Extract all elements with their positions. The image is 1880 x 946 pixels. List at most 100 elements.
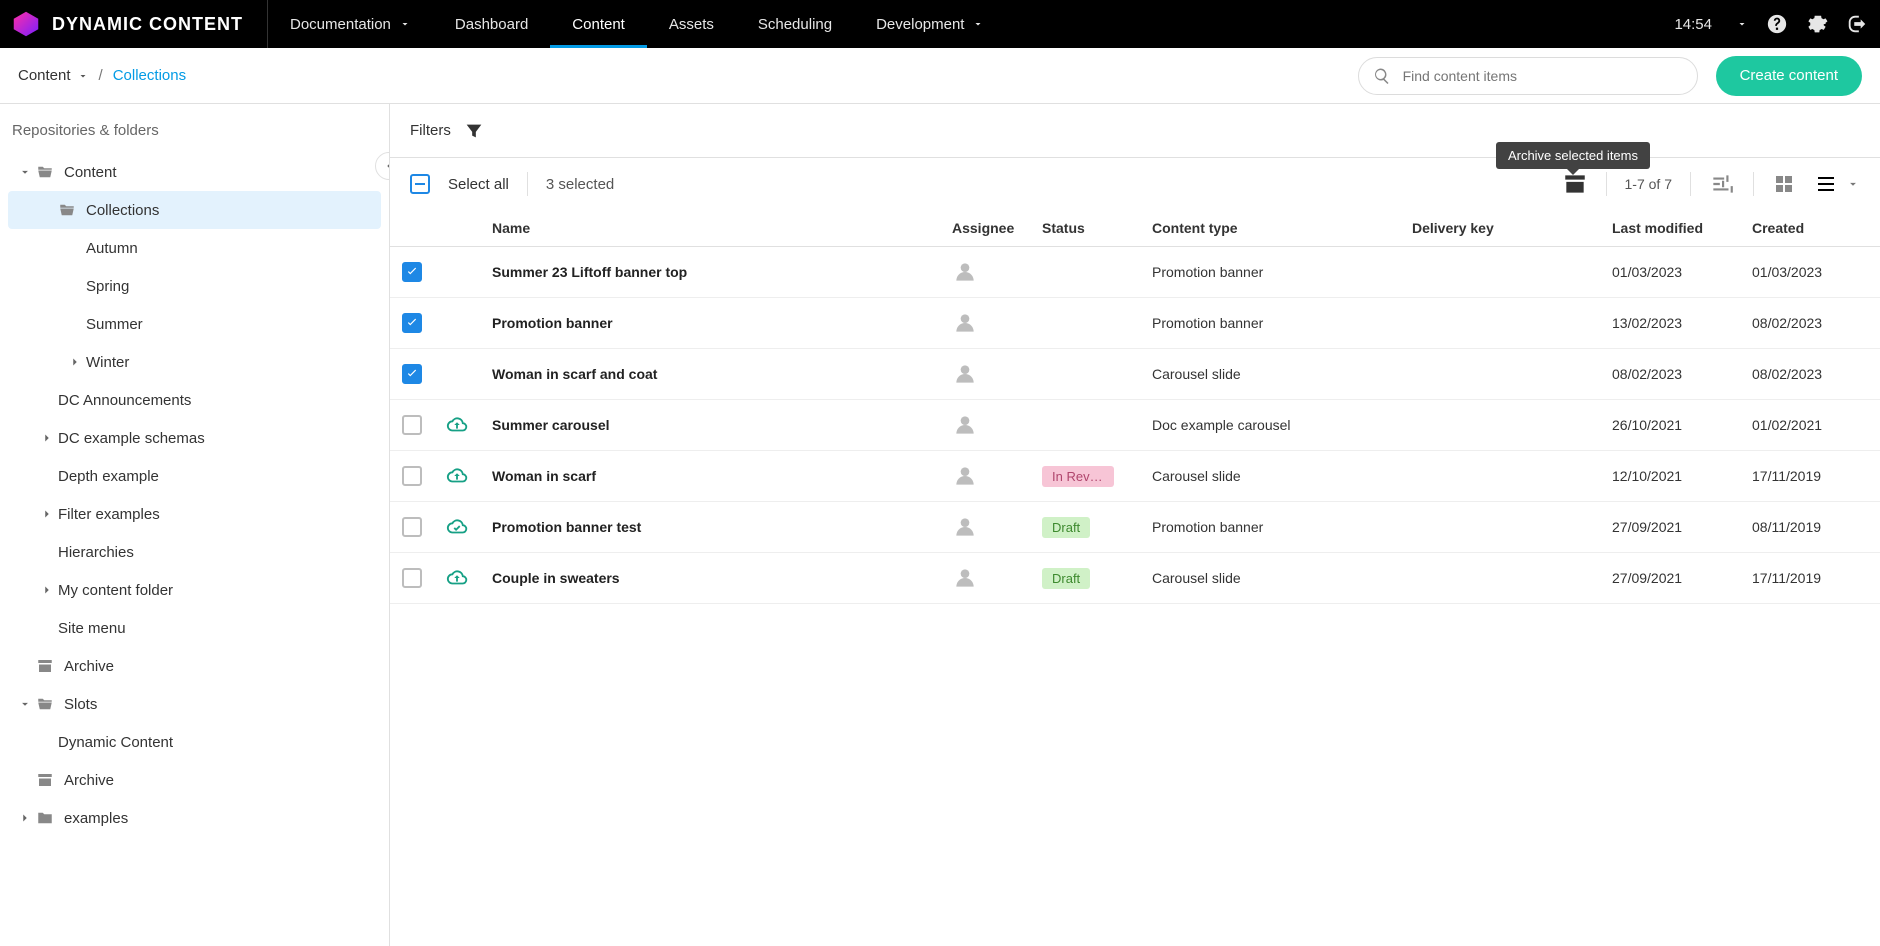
cell-assignee[interactable] (940, 247, 1030, 298)
cell-created: 08/02/2023 (1740, 349, 1880, 400)
cell-assignee[interactable] (940, 400, 1030, 451)
th-type[interactable]: Content type (1140, 210, 1400, 247)
view-list-icon[interactable] (1814, 172, 1838, 196)
table-row[interactable]: Promotion bannerPromotion banner13/02/20… (390, 298, 1880, 349)
nav-development[interactable]: Development (854, 0, 1006, 48)
nav-content[interactable]: Content (550, 0, 647, 48)
breadcrumb-current-link[interactable]: Collections (113, 67, 186, 84)
cell-status: Draft (1030, 553, 1140, 604)
table-wrapper[interactable]: Name Assignee Status Content type Delive… (390, 210, 1880, 946)
row-checkbox[interactable] (402, 364, 422, 384)
tree-row[interactable]: Content (8, 153, 381, 191)
cell-status (1030, 298, 1140, 349)
tree-toggle[interactable] (36, 431, 58, 445)
content-panel: Filters Select all 3 selected Archive se… (390, 104, 1880, 946)
view-grid-icon[interactable] (1772, 172, 1796, 196)
view-caret-icon[interactable] (1856, 177, 1860, 191)
nav-dashboard[interactable]: Dashboard (433, 0, 550, 48)
archive-selected-icon[interactable] (1562, 171, 1588, 197)
row-checkbox[interactable] (402, 415, 422, 435)
nav-scheduling[interactable]: Scheduling (736, 0, 854, 48)
filters-icon[interactable] (463, 120, 485, 142)
cell-name: Promotion banner test (480, 502, 940, 553)
cell-delivery-key (1400, 451, 1600, 502)
tree-row[interactable]: Autumn (8, 229, 381, 267)
tree-row[interactable]: Site menu (8, 609, 381, 647)
row-state-icon (434, 247, 480, 298)
clock-caret-icon[interactable] (1736, 18, 1748, 30)
cloud-upload-icon (446, 414, 468, 436)
cell-modified: 01/03/2023 (1600, 247, 1740, 298)
tree-row[interactable]: Depth example (8, 457, 381, 495)
sidebar-title: Repositories & folders (8, 118, 381, 153)
search-input[interactable] (1401, 67, 1683, 85)
tree-row[interactable]: Slots (8, 685, 381, 723)
table-row[interactable]: Woman in scarfIn ReviewCarousel slide12/… (390, 451, 1880, 502)
tree-toggle[interactable] (36, 583, 58, 597)
cell-assignee[interactable] (940, 298, 1030, 349)
table-row[interactable]: Summer carouselDoc example carousel26/10… (390, 400, 1880, 451)
create-content-button[interactable]: Create content (1716, 56, 1862, 96)
cell-assignee[interactable] (940, 502, 1030, 553)
cell-assignee[interactable] (940, 451, 1030, 502)
cell-assignee[interactable] (940, 553, 1030, 604)
tree-row[interactable]: examples (8, 799, 381, 837)
cell-name: Woman in scarf and coat (480, 349, 940, 400)
table-row[interactable]: Couple in sweatersDraftCarousel slide27/… (390, 553, 1880, 604)
tree-row[interactable]: DC Announcements (8, 381, 381, 419)
row-checkbox[interactable] (402, 262, 422, 282)
tree-row[interactable]: Summer (8, 305, 381, 343)
tree-label: examples (64, 810, 128, 827)
archive-icon (36, 657, 54, 675)
nav-assets[interactable]: Assets (647, 0, 736, 48)
cell-assignee[interactable] (940, 349, 1030, 400)
select-all-checkbox[interactable] (410, 174, 430, 194)
search-box[interactable] (1358, 57, 1698, 95)
cloud-check-icon (446, 516, 468, 538)
cell-created: 01/03/2023 (1740, 247, 1880, 298)
row-checkbox[interactable] (402, 517, 422, 537)
sidebar-tree: Content CollectionsAutumnSpringSummerWint… (8, 153, 381, 837)
chevron-right-icon (40, 583, 54, 597)
chevron-left-icon (382, 159, 390, 173)
table-row[interactable]: Woman in scarf and coatCarousel slide08/… (390, 349, 1880, 400)
archive-icon (36, 771, 54, 789)
tree-toggle[interactable] (36, 507, 58, 521)
th-assignee[interactable]: Assignee (940, 210, 1030, 247)
settings-icon[interactable] (1806, 13, 1828, 35)
table-row[interactable]: Summer 23 Liftoff banner topPromotion ba… (390, 247, 1880, 298)
tree-label: Content (64, 164, 117, 181)
tree-toggle[interactable] (64, 355, 86, 369)
tree-row[interactable]: DC example schemas (8, 419, 381, 457)
tree-row[interactable]: Hierarchies (8, 533, 381, 571)
row-checkbox[interactable] (402, 466, 422, 486)
cell-modified: 08/02/2023 (1600, 349, 1740, 400)
table-row[interactable]: Promotion banner testDraftPromotion bann… (390, 502, 1880, 553)
tree-row[interactable]: Archive (8, 647, 381, 685)
help-icon[interactable] (1766, 13, 1788, 35)
th-key[interactable]: Delivery key (1400, 210, 1600, 247)
th-modified[interactable]: Last modified (1600, 210, 1740, 247)
tree-toggle[interactable] (14, 165, 36, 179)
tree-toggle[interactable] (14, 811, 36, 825)
settings-sliders-icon[interactable] (1709, 171, 1735, 197)
tree-row[interactable]: Archive (8, 761, 381, 799)
tree-row[interactable]: My content folder (8, 571, 381, 609)
breadcrumb-root-button[interactable]: Content (18, 67, 89, 84)
nav-documentation[interactable]: Documentation (268, 0, 433, 48)
row-checkbox[interactable] (402, 313, 422, 333)
tree-toggle[interactable] (14, 697, 36, 711)
tree-row[interactable]: Winter (8, 343, 381, 381)
tree-row[interactable]: Dynamic Content (8, 723, 381, 761)
tree-row[interactable]: Spring (8, 267, 381, 305)
tree-row[interactable]: Filter examples (8, 495, 381, 533)
logout-icon[interactable] (1846, 13, 1868, 35)
th-name[interactable]: Name (480, 210, 940, 247)
th-created[interactable]: Created (1740, 210, 1880, 247)
cell-modified: 12/10/2021 (1600, 451, 1740, 502)
caret-down-icon (77, 70, 89, 82)
tree-row[interactable]: Collections (8, 191, 381, 229)
th-status[interactable]: Status (1030, 210, 1140, 247)
divider (1753, 172, 1754, 196)
row-checkbox[interactable] (402, 568, 422, 588)
